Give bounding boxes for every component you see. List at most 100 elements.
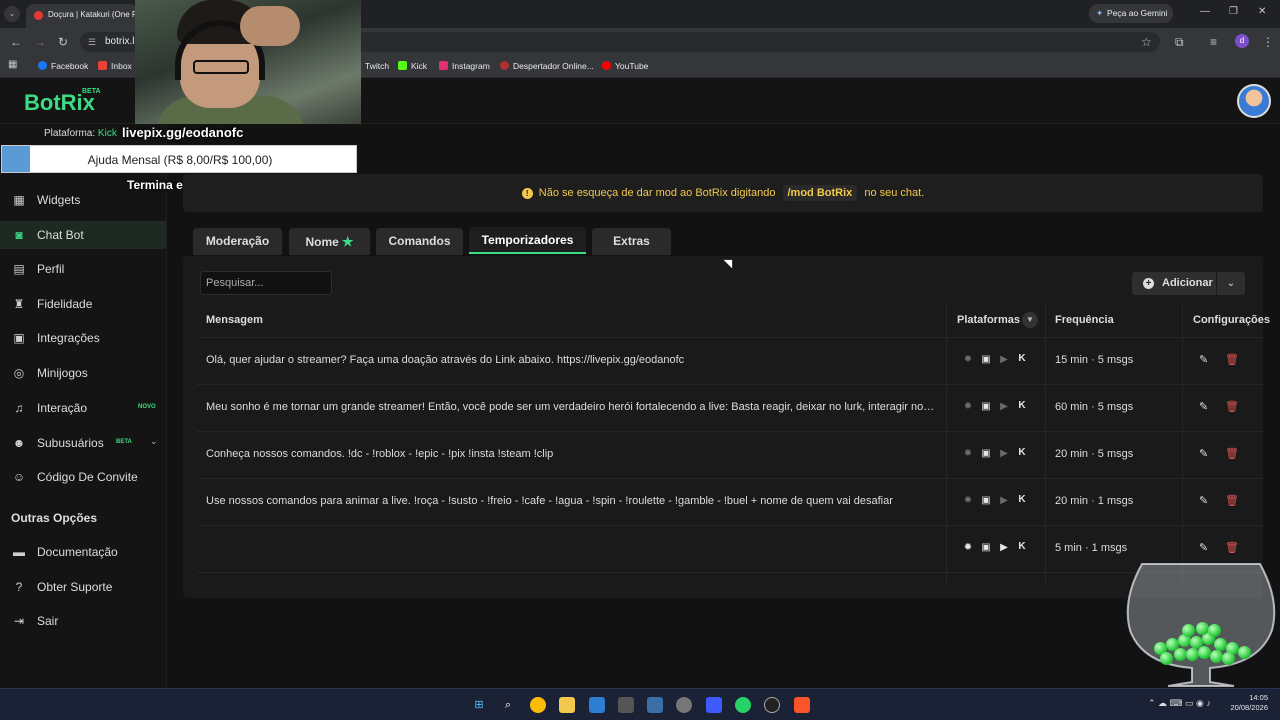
trash-icon[interactable]: 🗑 [1225,353,1239,366]
forward-icon[interactable]: → [34,35,46,49]
bookmark-instagram[interactable]: Instagram [439,61,490,71]
browser-tab[interactable]: Doçura | Katakuri (One P [26,4,138,28]
sidebar-item-sair[interactable]: ⇥ Sair [0,607,166,635]
edit-icon[interactable]: ✎ [1199,541,1208,554]
chevron-down-icon[interactable]: ⌄ [150,436,158,447]
whatsapp-icon[interactable] [735,697,751,713]
tab-comandos[interactable]: Comandos [376,228,463,255]
bookmark-label: Despertador Online... [513,61,594,71]
sidebar-item-chat-bot[interactable]: ◙ Chat Bot [0,221,166,249]
notice-text: Não se esqueça de dar mod ao BotRix digi… [538,187,776,199]
header-frequencia[interactable]: Frequência [1055,314,1114,326]
windows-start-icon[interactable]: ⊞ [471,697,487,713]
twitch-icon: ▣ [981,354,991,365]
kick-icon: K [1018,494,1026,505]
tab-temporizadores[interactable]: Temporizadores [469,227,586,254]
bookmark-youtube[interactable]: YouTube [602,61,648,71]
edit-icon[interactable]: ✎ [1199,400,1208,413]
notice-text-end: no seu chat. [864,187,925,199]
chevron-down-icon: ⌄ [1226,278,1236,289]
back-icon[interactable]: ← [10,35,22,49]
plug-icon: ▣ [13,331,25,345]
bookmark-twitch[interactable]: Twitch [365,61,389,71]
notice-command: /mod BotRix [782,185,858,201]
profile-icon[interactable]: d [1235,34,1249,48]
filter-icon[interactable]: ▼ [1022,312,1038,328]
extensions-icon[interactable]: ⧉ [1175,35,1184,50]
edit-icon[interactable]: ✎ [1199,494,1208,507]
sidebar-item-subusuarios[interactable]: ☻ Subusuários BETA ⌄ [0,429,166,457]
row-divider [197,572,1263,573]
add-timer-button[interactable]: + Adicionar [1132,272,1216,295]
system-tray[interactable]: ⌃ ☁ ⌨ ▭ ◉ ♪ [1148,698,1211,709]
sidebar-item-label: Obter Suporte [37,580,113,594]
tab-nome[interactable]: Nome ★ [289,228,370,255]
url-text: botrix.li [105,36,137,47]
sidebar-item-label: Integrações [37,331,100,345]
column-divider [1182,304,1183,584]
chrome-icon[interactable] [530,697,546,713]
obs-icon[interactable] [764,697,780,713]
bookmark-inbox[interactable]: Inbox [98,61,132,71]
sidebar-item-label: Código De Convite [37,470,138,484]
search-icon[interactable]: ⌕ [500,697,516,713]
trash-icon[interactable]: 🗑 [1225,494,1239,507]
search-input[interactable] [200,271,332,295]
music-icon: ♫ [14,401,24,415]
bookmark-despertador[interactable]: Despertador Online... [500,61,594,71]
tab-search-icon[interactable]: ⌄ [4,6,20,22]
close-icon[interactable]: ✕ [1258,6,1266,17]
minimize-icon[interactable]: — [1200,6,1210,17]
header-mensagem[interactable]: Mensagem [206,314,263,326]
sidebar-item-perfil[interactable]: ▤ Perfil [0,255,166,283]
gamepad-icon: ◎ [13,366,25,380]
user-avatar[interactable] [1237,84,1271,118]
trash-icon[interactable]: 🗑 [1225,541,1239,554]
taskbar-clock[interactable]: 14:05 20/08/2026 [1226,693,1268,713]
sidebar-item-codigo-convite[interactable]: ☺ Código De Convite [0,463,166,491]
bookmark-star-icon[interactable]: ☆ [1141,35,1152,49]
sidebar-item-label: Perfil [37,262,65,276]
youtube-icon: ▶ [1000,401,1008,412]
bookmark-kick[interactable]: Kick [398,61,427,71]
apps-grid-icon[interactable]: ▦ [8,59,17,70]
clock-date: 20/08/2026 [1230,703,1268,712]
sidebar-item-interacao[interactable]: ♫ Interação NOVO [0,394,166,422]
edit-icon[interactable]: ✎ [1199,353,1208,366]
logout-icon: ⇥ [13,614,25,628]
gemini-button[interactable]: ✦ Peça ao Gemini [1089,4,1173,23]
trash-icon[interactable]: 🗑 [1225,447,1239,460]
kick-icon: K [1018,353,1026,364]
sidebar-item-fidelidade[interactable]: ♜ Fidelidade [0,290,166,318]
header-plataformas[interactable]: Plataformas [957,314,1020,326]
trash-icon[interactable]: 🗑 [1225,400,1239,413]
row-divider [197,384,1263,385]
settings-icon[interactable] [676,697,692,713]
bookmark-label: YouTube [615,61,649,71]
gemini-sparkle-icon: ✦ [1096,8,1104,18]
tab-extras[interactable]: Extras [592,228,671,255]
sidebar-item-label: Fidelidade [37,297,93,311]
instagram-icon [439,61,448,70]
file-explorer-icon[interactable] [559,697,575,713]
sidebar-item-integracoes[interactable]: ▣ Integrações [0,324,166,352]
sidebar-item-minijogos[interactable]: ◎ Minijogos [0,359,166,387]
sidebar-item-label: Chat Bot [37,228,84,242]
tab-moderacao[interactable]: Moderação [193,228,282,255]
brave-icon[interactable] [794,697,810,713]
sidebar-item-obter-suporte[interactable]: ? Obter Suporte [0,573,166,601]
reload-icon[interactable]: ↻ [58,35,68,49]
reading-list-icon[interactable]: ≡ [1210,35,1217,49]
calculator-icon[interactable] [618,697,634,713]
restore-icon[interactable]: ❐ [1229,6,1238,17]
add-dropdown-button[interactable]: ⌄ [1217,272,1245,295]
photos-icon[interactable] [589,697,605,713]
sidebar-item-label: Subusuários [37,436,104,450]
mail-icon[interactable] [647,697,663,713]
sidebar-item-documentacao[interactable]: ▬ Documentação [0,538,166,566]
edit-icon[interactable]: ✎ [1199,447,1208,460]
discord-icon[interactable] [706,697,722,713]
menu-icon[interactable]: ⋮ [1262,35,1274,49]
bookmark-label: Inbox [111,61,132,71]
bookmark-facebook[interactable]: Facebook [38,61,88,71]
